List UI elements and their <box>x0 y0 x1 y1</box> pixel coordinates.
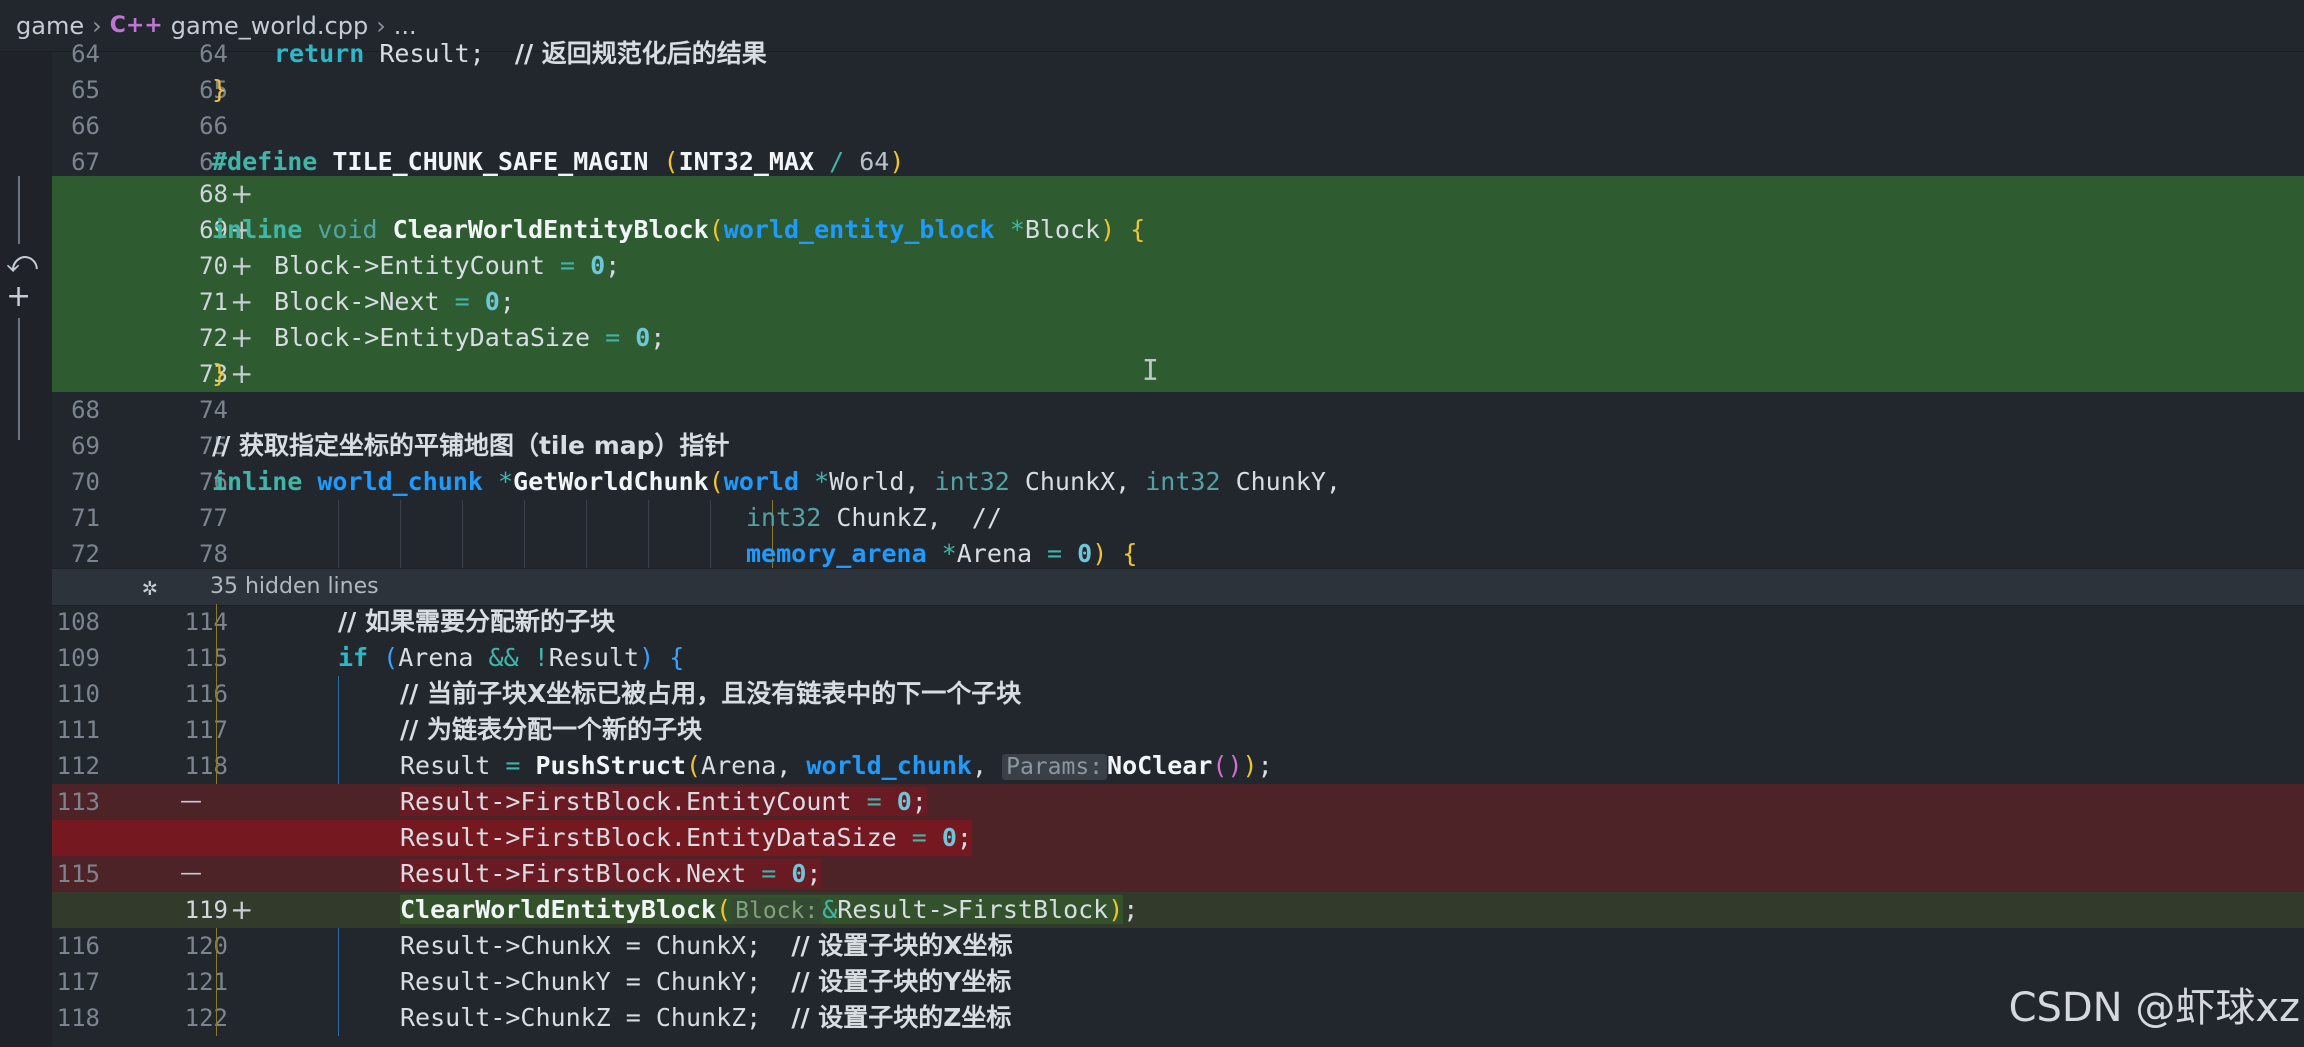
code-line-added[interactable]: 69 + inline void ClearWorldEntityBlock(w… <box>52 212 2304 248</box>
code-line-added[interactable]: 71 + Block->Next = 0; <box>52 284 2304 320</box>
code-text: Result->FirstBlock.EntityDataSize = 0; <box>52 820 1052 856</box>
code-line[interactable]: 69 75 // 获取指定坐标的平铺地图（tile map）指针 <box>52 428 2304 464</box>
line-number-new: 68 <box>199 180 228 208</box>
line-number-old: 113 <box>56 788 100 816</box>
cpp-file-icon: C++ <box>109 13 163 38</box>
change-gutter: ⤺ + <box>0 52 52 1047</box>
code-line[interactable]: 66 66 <box>52 108 2304 144</box>
hidden-lines-label[interactable]: 35 hidden lines <box>210 569 379 605</box>
line-number-old: 65 <box>71 76 100 104</box>
line-number-old: 110 <box>56 680 100 708</box>
removed-marker: — <box>180 789 202 814</box>
added-marker: + <box>230 357 254 390</box>
code-text: // 为链表分配一个新的子块 <box>400 715 702 744</box>
code-text: #define TILE_CHUNK_SAFE_MAGIN (INT32_MAX… <box>212 147 905 176</box>
line-number-old: 118 <box>56 1004 100 1032</box>
unfold-icon[interactable]: ✲ <box>142 569 158 605</box>
code-text: Result->ChunkX = ChunkX; // 设置子块的X坐标 <box>400 931 1013 960</box>
code-text: inline void ClearWorldEntityBlock(world_… <box>212 215 1146 244</box>
code-line[interactable]: 118 122 Result->ChunkZ = ChunkZ; // 设置子块… <box>52 1000 2304 1036</box>
line-number-new: 66 <box>199 112 228 140</box>
code-text: // 如果需要分配新的子块 <box>338 607 615 636</box>
code-line[interactable]: 116 120 Result->ChunkX = ChunkX; // 设置子块… <box>52 928 2304 964</box>
code-line-added[interactable]: 119 + ClearWorldEntityBlock(Block: &Resul… <box>52 892 2304 928</box>
line-number-old: 69 <box>71 432 100 460</box>
param-hint: Block: <box>731 898 823 924</box>
removed-marker: — <box>180 861 202 886</box>
code-line[interactable]: 112 118 Result = PushStruct(Arena, world… <box>52 748 2304 784</box>
line-number-old: 72 <box>71 540 100 568</box>
line-number-old: 71 <box>71 504 100 532</box>
code-text: ClearWorldEntityBlock(Block: &Result->Fir… <box>400 895 1139 924</box>
code-text: Result->ChunkZ = ChunkZ; // 设置子块的Z坐标 <box>400 1003 1012 1032</box>
line-number-old: 64 <box>71 40 100 68</box>
code-line-added[interactable]: 68 + <box>52 176 2304 212</box>
code-text: Result->FirstBlock.Next = 0; <box>400 859 822 888</box>
code-text: if (Arena && !Result) { <box>338 643 685 672</box>
code-text: } <box>212 359 228 388</box>
code-line-added[interactable]: 70 + Block->EntityCount = 0; <box>52 248 2304 284</box>
code-text: memory_arena *Arena = 0) { <box>746 539 1138 568</box>
hidden-lines-bar[interactable]: ✲ 35 hidden lines <box>52 568 2304 606</box>
code-line[interactable]: 72 78 memory_arena *Arena = 0) { <box>52 536 2304 572</box>
code-line[interactable]: 109 115 if (Arena && !Result) { <box>52 640 2304 676</box>
code-line-removed[interactable]: 114 — Result->FirstBlock.EntityDataSize … <box>52 820 2304 856</box>
line-number-old: 70 <box>71 468 100 496</box>
watermark: CSDN @虾球xz <box>2008 985 2300 1031</box>
line-number-new: 74 <box>199 396 228 424</box>
code-text: return Result; // 返回规范化后的结果 <box>274 39 767 68</box>
code-line-removed[interactable]: 115 — Result->FirstBlock.Next = 0; <box>52 856 2304 892</box>
line-number-old: 116 <box>56 932 100 960</box>
code-text: Result = PushStruct(Arena, world_chunk, … <box>400 751 1273 780</box>
code-line[interactable]: 108 114 // 如果需要分配新的子块 <box>52 604 2304 640</box>
code-line[interactable]: 65 65 } <box>52 72 2304 108</box>
text-cursor-icon: Ι <box>1142 354 1159 387</box>
line-number-old: 108 <box>56 608 100 636</box>
code-text: Block->EntityCount = 0; <box>274 251 621 280</box>
code-text: inline world_chunk *GetWorldChunk(world … <box>212 467 1341 496</box>
code-line[interactable]: 117 121 Result->ChunkY = ChunkY; // 设置子块… <box>52 964 2304 1000</box>
line-number-new: 78 <box>199 540 228 568</box>
code-text: } <box>212 75 228 104</box>
stage-plus-icon[interactable]: + <box>6 282 31 312</box>
code-line[interactable]: 71 77 int32 ChunkZ, // <box>52 500 2304 536</box>
gutter-line <box>18 318 20 440</box>
line-number-old: 112 <box>56 752 100 780</box>
code-line-removed[interactable]: 113 — Result->FirstBlock.EntityCount = 0… <box>52 784 2304 820</box>
added-marker: + <box>230 893 254 926</box>
param-hint: Params: <box>1002 754 1108 780</box>
code-text: // 获取指定坐标的平铺地图（tile map）指针 <box>212 431 730 460</box>
added-marker: + <box>230 177 254 210</box>
code-line[interactable]: 68 74 <box>52 392 2304 428</box>
code-text: int32 ChunkZ, // <box>746 503 1002 532</box>
line-number-new: 119 <box>184 896 228 924</box>
code-text: Result->FirstBlock.EntityCount = 0; <box>400 787 927 816</box>
revert-icon[interactable]: ⤺ <box>6 248 38 278</box>
diff-editor[interactable]: ⤺ + 64 64 return Result; // 返回规范化后的结果 65… <box>0 39 2304 1047</box>
line-number-old: 68 <box>71 396 100 424</box>
line-number-new: 77 <box>199 504 228 532</box>
line-number-old: 67 <box>71 148 100 176</box>
line-number-old: 111 <box>56 716 100 744</box>
line-number-old: 66 <box>71 112 100 140</box>
gutter-line <box>18 176 20 244</box>
code-line[interactable]: 111 117 // 为链表分配一个新的子块 <box>52 712 2304 748</box>
line-number-old: 109 <box>56 644 100 672</box>
code-text: Block->EntityDataSize = 0; <box>274 323 666 352</box>
line-number-old: 117 <box>56 968 100 996</box>
code-line-added[interactable]: 72 + Block->EntityDataSize = 0; <box>52 320 2304 356</box>
code-text: // 当前子块X坐标已被占用，且没有链表中的下一个子块 <box>400 679 1022 708</box>
code-text: Result->ChunkY = ChunkY; // 设置子块的Y坐标 <box>400 967 1012 996</box>
code-text: Block->Next = 0; <box>274 287 515 316</box>
line-number-old: 115 <box>56 860 100 888</box>
code-line[interactable]: 110 116 // 当前子块X坐标已被占用，且没有链表中的下一个子块 <box>52 676 2304 712</box>
code-line[interactable]: 64 64 return Result; // 返回规范化后的结果 <box>52 36 2304 72</box>
code-line[interactable]: 70 76 inline world_chunk *GetWorldChunk(… <box>52 464 2304 500</box>
code-line-added[interactable]: 73 + } <box>52 356 2304 392</box>
code-line[interactable]: 67 67 #define TILE_CHUNK_SAFE_MAGIN (INT… <box>52 144 2304 180</box>
